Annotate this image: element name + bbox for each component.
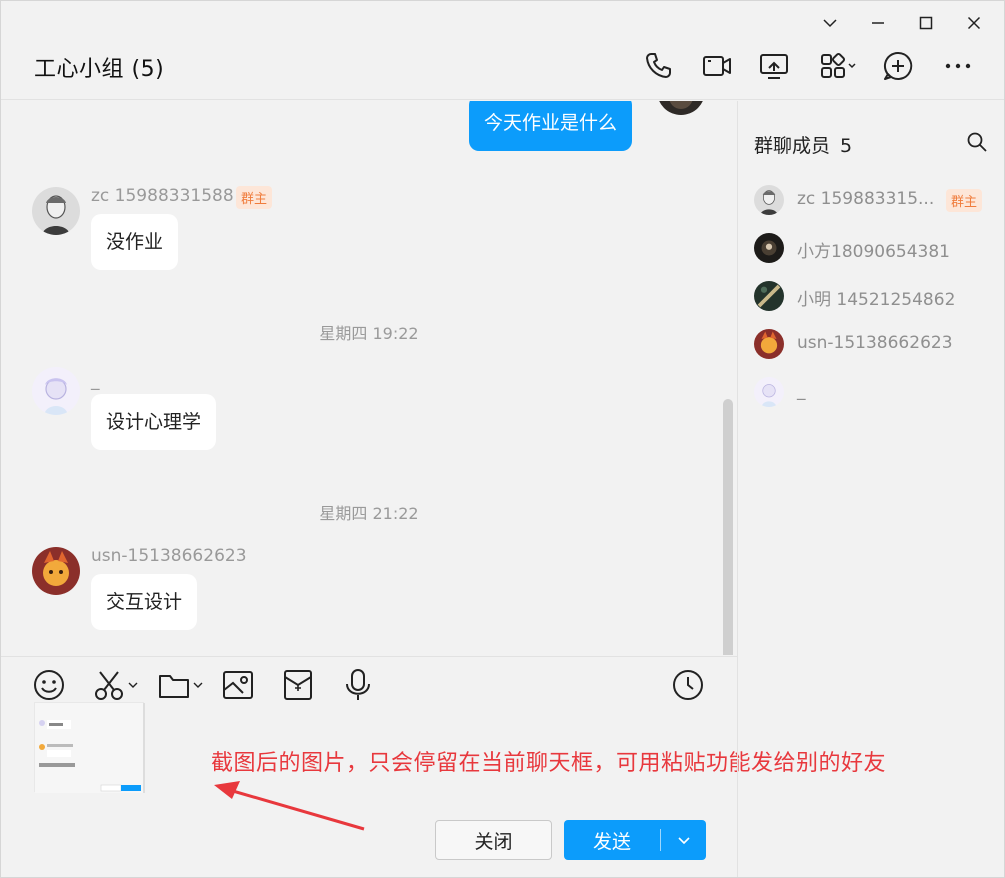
history-button[interactable] bbox=[671, 667, 705, 703]
history-icon bbox=[673, 670, 703, 700]
message-scrollbar[interactable] bbox=[723, 399, 733, 655]
member-item[interactable]: 小明 14521254862 bbox=[738, 274, 1004, 318]
chat-title: 工心小组 (5) bbox=[34, 57, 165, 82]
sender-avatar[interactable] bbox=[32, 367, 80, 415]
message-bubble[interactable]: 交互设计 bbox=[91, 574, 198, 630]
chevron-down-icon bbox=[128, 682, 138, 688]
screen-share-button[interactable] bbox=[755, 47, 793, 85]
emoji-button[interactable] bbox=[32, 667, 66, 703]
red-packet-icon bbox=[284, 670, 312, 700]
message-timestamp: 星期四 19:22 bbox=[319, 324, 419, 343]
close-icon bbox=[967, 16, 981, 30]
member-item[interactable]: 小方18090654381 bbox=[738, 226, 1004, 270]
chat-header: 工心小组 (5) bbox=[1, 1, 1004, 100]
sender-name: zc 15988331588 bbox=[91, 186, 234, 206]
member-item[interactable]: zc 159883315... 群主 bbox=[738, 178, 1004, 222]
screenshot-button[interactable] bbox=[92, 667, 139, 703]
self-avatar[interactable] bbox=[657, 101, 705, 115]
microphone-icon bbox=[346, 669, 370, 700]
sender-name: usn-15138662623 bbox=[91, 546, 247, 566]
members-title: 群聊成员 5 bbox=[754, 131, 852, 158]
send-options-button[interactable] bbox=[661, 820, 706, 860]
message-timestamp: 星期四 21:22 bbox=[319, 504, 419, 523]
collapse-button[interactable] bbox=[806, 9, 854, 37]
screenshot-preview-image bbox=[35, 703, 145, 793]
message-bubble[interactable]: 设计心理学 bbox=[91, 394, 217, 450]
file-button[interactable] bbox=[157, 667, 204, 703]
video-call-icon bbox=[703, 56, 731, 76]
minimize-icon bbox=[872, 22, 884, 24]
close-window-button[interactable] bbox=[950, 9, 998, 37]
member-avatar bbox=[754, 233, 784, 263]
image-button[interactable] bbox=[221, 667, 255, 703]
send-button-label[interactable]: 发送 bbox=[564, 820, 660, 860]
apps-icon bbox=[821, 52, 856, 78]
member-avatar bbox=[754, 281, 784, 311]
minimize-button[interactable] bbox=[854, 9, 902, 37]
message-bubble-self[interactable]: 今天作业是什么 bbox=[469, 101, 633, 151]
chevron-down-icon bbox=[677, 837, 690, 845]
message-list[interactable]: 今天作业是什么 zc 15988331588 群主 没作业 星期四 19:22 … bbox=[1, 101, 737, 655]
phone-icon bbox=[646, 53, 671, 78]
voice-message-button[interactable] bbox=[341, 667, 375, 703]
member-name: 小方18090654381 bbox=[797, 242, 950, 262]
chat-window: 工心小组 (5) 今天作业是什么 zc 15988331588 群主 没作业 星… bbox=[0, 0, 1005, 878]
screen-share-icon bbox=[760, 54, 788, 79]
annotation-arrow-icon bbox=[214, 781, 365, 831]
member-avatar bbox=[754, 377, 784, 407]
add-chat-icon bbox=[883, 51, 913, 80]
image-icon bbox=[223, 671, 253, 699]
maximize-button[interactable] bbox=[902, 9, 950, 37]
emoji-icon bbox=[34, 670, 64, 700]
video-call-button[interactable] bbox=[698, 47, 736, 85]
member-name: zc 159883315... bbox=[797, 189, 935, 209]
member-item[interactable]: usn-15138662623 bbox=[738, 322, 1004, 366]
member-avatar bbox=[754, 329, 784, 359]
owner-badge: 群主 bbox=[946, 189, 983, 212]
folder-icon bbox=[159, 675, 189, 698]
send-button[interactable]: 发送 bbox=[564, 820, 706, 860]
sender-name: _ bbox=[91, 371, 100, 391]
sender-avatar[interactable] bbox=[32, 547, 80, 595]
member-item[interactable]: _ bbox=[738, 370, 1004, 414]
member-name: 小明 14521254862 bbox=[797, 290, 956, 310]
message-bubble[interactable]: 没作业 bbox=[91, 214, 179, 270]
more-icon bbox=[945, 63, 971, 69]
member-avatar bbox=[754, 185, 784, 215]
members-count: 5 bbox=[840, 135, 853, 157]
members-panel: 群聊成员 5 zc 159883315... 群主 小方18090654381 小… bbox=[737, 101, 1004, 877]
sender-avatar[interactable] bbox=[32, 187, 80, 235]
member-name: _ bbox=[797, 381, 806, 401]
scissors-icon bbox=[95, 671, 123, 700]
apps-button[interactable] bbox=[814, 47, 864, 85]
voice-call-button[interactable] bbox=[639, 47, 677, 85]
message-composer: 截图后的图片，只会停留在当前聊天框，可用粘贴功能发给别的好友 关闭 发送 bbox=[1, 656, 886, 877]
search-icon[interactable] bbox=[966, 131, 988, 153]
close-button[interactable]: 关闭 bbox=[435, 820, 552, 860]
add-chat-button[interactable] bbox=[879, 47, 917, 85]
owner-badge: 群主 bbox=[236, 186, 273, 209]
window-controls bbox=[806, 9, 998, 37]
more-button[interactable] bbox=[939, 47, 977, 85]
members-title-label: 群聊成员 bbox=[754, 135, 831, 157]
chevron-down-icon bbox=[823, 19, 837, 28]
red-packet-button[interactable] bbox=[281, 667, 315, 703]
chevron-down-icon bbox=[193, 682, 203, 688]
member-name: usn-15138662623 bbox=[797, 333, 953, 353]
screenshot-thumbnail[interactable] bbox=[34, 702, 145, 793]
maximize-icon bbox=[919, 16, 933, 30]
